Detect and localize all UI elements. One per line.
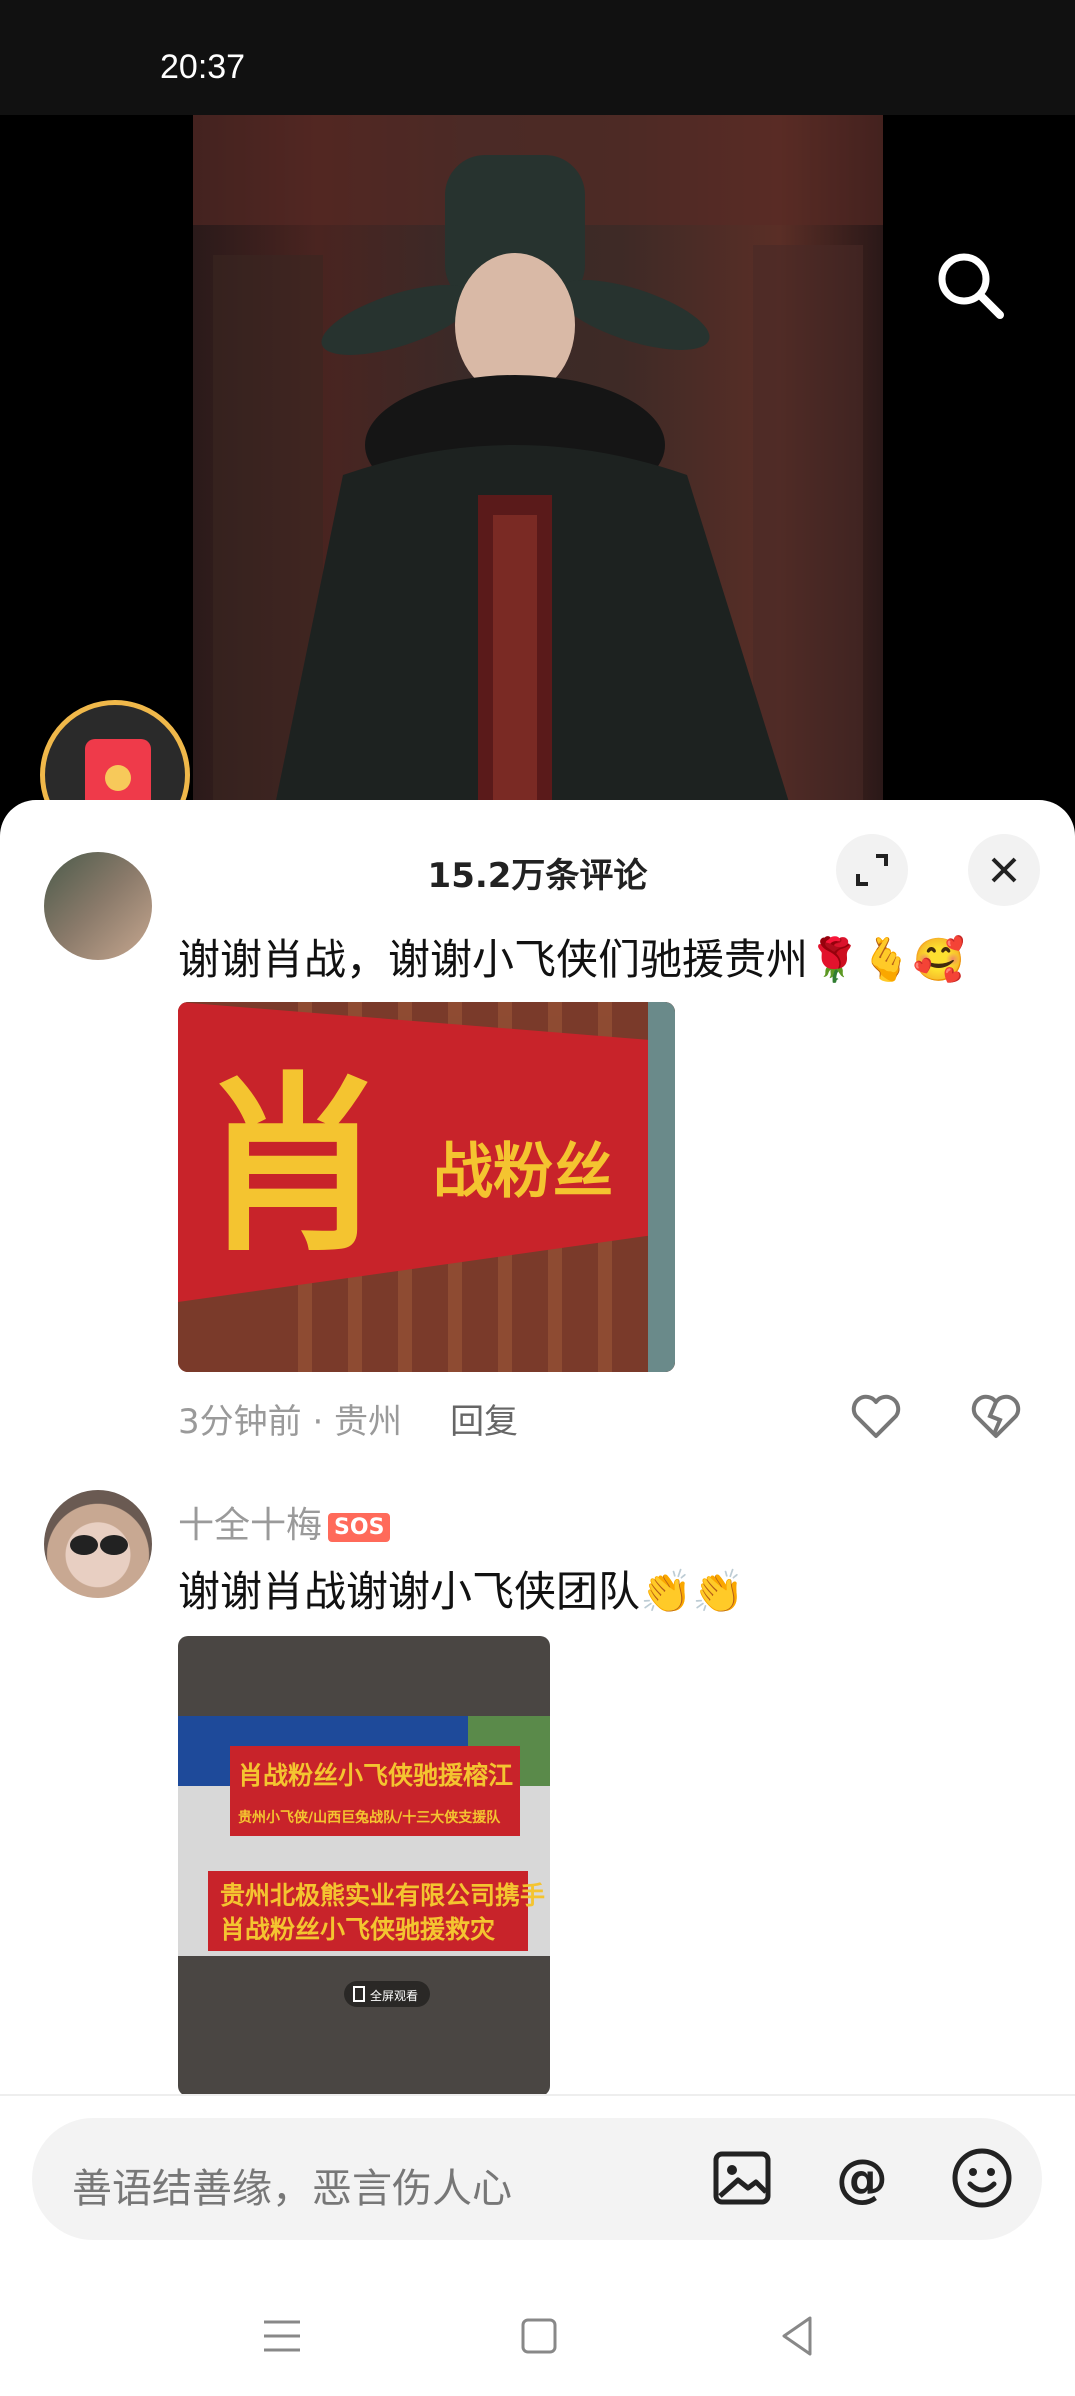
- divider: [0, 2094, 1075, 2096]
- reply-button[interactable]: 回复: [450, 1402, 518, 1442]
- banner-text: 战粉丝: [433, 1137, 613, 1207]
- close-icon: [991, 857, 1017, 883]
- comment-photo-banner: 肖 战粉丝: [178, 1002, 675, 1372]
- video-frame: [193, 115, 883, 815]
- fullscreen-label: 全屏观看: [370, 1988, 418, 2003]
- back-nav-icon[interactable]: [768, 2306, 828, 2366]
- menu-nav-icon[interactable]: [252, 2306, 312, 2366]
- expand-button[interactable]: [836, 834, 908, 906]
- video-player[interactable]: [0, 115, 1075, 815]
- mention-icon[interactable]: @: [830, 2146, 894, 2210]
- video-banner-line-2: 贵州小飞侠/山西巨兔战队/十三大侠支援队: [238, 1809, 501, 1826]
- comment-input-bar[interactable]: 善语结善缘，恶言伤人心 @: [32, 2118, 1042, 2240]
- svg-text:@: @: [836, 2149, 888, 2209]
- status-bar: 20:37: [0, 0, 1075, 115]
- emoji-icon[interactable]: [950, 2146, 1014, 2210]
- video-banner-line-3: 贵州北极熊实业有限公司携手: [220, 1881, 545, 1910]
- comment-video-thumbnail: 肖战粉丝小飞侠驰援榕江 贵州小飞侠/山西巨兔战队/十三大侠支援队 贵州北极熊实业…: [178, 1716, 550, 2007]
- comment-time-location: 3分钟前 · 贵州: [178, 1402, 403, 1442]
- image-icon[interactable]: [710, 2146, 774, 2210]
- close-button[interactable]: [968, 834, 1040, 906]
- comments-count-title: 15.2万条评论: [427, 856, 648, 896]
- sos-badge: SOS: [328, 1512, 391, 1542]
- comments-sheet: 15.2万条评论 谢谢肖战，谢谢小飞侠们驰援贵州🌹🫰🥰 肖 战粉丝 3分钟前 ·…: [0, 800, 1075, 2396]
- comment-text: 谢谢肖战谢谢小飞侠团队👏👏: [178, 1567, 745, 1616]
- envelope-seal-icon: [105, 765, 131, 791]
- status-time: 20:37: [160, 48, 246, 86]
- comment-username[interactable]: 十全十梅 SOS: [178, 1496, 391, 1548]
- video-banner-line-1: 肖战粉丝小飞侠驰援榕江: [238, 1761, 513, 1790]
- comment-meta: 3分钟前 · 贵州 回复: [178, 1394, 518, 1443]
- video-banner-line-4: 肖战粉丝小飞侠驰援救灾: [220, 1915, 495, 1944]
- avatar[interactable]: [44, 852, 152, 960]
- broken-heart-icon[interactable]: [968, 1388, 1024, 1444]
- comment-text: 谢谢肖战，谢谢小飞侠们驰援贵州🌹🫰🥰: [178, 935, 965, 984]
- system-nav-bar: [0, 2270, 1075, 2396]
- avatar[interactable]: [44, 1490, 152, 1598]
- video-figure-illustration: [193, 115, 883, 815]
- search-icon[interactable]: [930, 245, 1010, 325]
- comment-input-placeholder[interactable]: 善语结善缘，恶言伤人心: [72, 2156, 512, 2214]
- comment-image[interactable]: 肖 战粉丝: [178, 1002, 675, 1372]
- username-text: 十全十梅: [178, 1505, 323, 1546]
- home-nav-icon[interactable]: [509, 2306, 569, 2366]
- expand-icon: [856, 854, 888, 886]
- comment-video[interactable]: 肖战粉丝小飞侠驰援榕江 贵州小飞侠/山西巨兔战队/十三大侠支援队 贵州北极熊实业…: [178, 1636, 550, 2096]
- banner-text-large: 肖: [198, 1056, 388, 1277]
- avatar-sunglasses-illustration: [70, 1535, 128, 1555]
- like-heart-icon[interactable]: [848, 1388, 904, 1444]
